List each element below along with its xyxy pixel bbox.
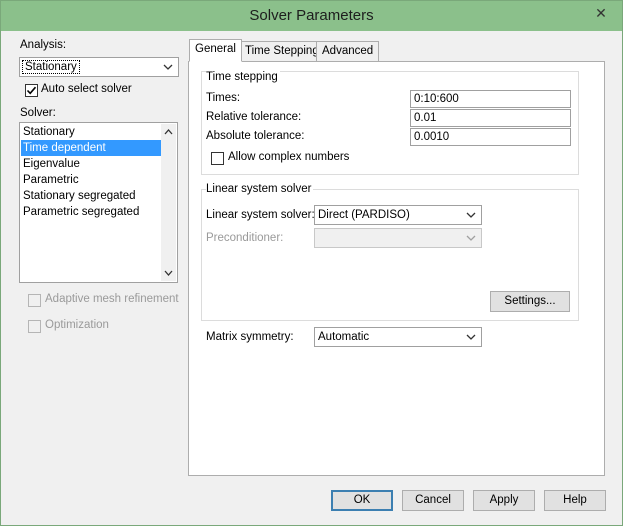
adaptive-mesh-checkbox[interactable]: [28, 294, 41, 307]
times-input[interactable]: 0:10:600: [410, 90, 571, 108]
list-item[interactable]: Parametric segregated: [21, 204, 161, 220]
linear-solver-value: Direct (PARDISO): [318, 209, 410, 221]
apply-button[interactable]: Apply: [473, 490, 535, 511]
absolute-tolerance-label: Absolute tolerance:: [206, 130, 305, 142]
relative-tolerance-input[interactable]: 0.01: [410, 109, 571, 127]
listbox-scrollbar[interactable]: [161, 124, 176, 281]
cancel-button[interactable]: Cancel: [402, 490, 464, 511]
solver-listbox[interactable]: Stationary Time dependent Eigenvalue Par…: [19, 122, 178, 283]
time-stepping-title: Time stepping: [206, 71, 280, 83]
help-button[interactable]: Help: [544, 490, 606, 511]
chevron-down-icon: [466, 235, 476, 241]
auto-select-label: Auto select solver: [41, 83, 132, 95]
scroll-down-arrow-icon[interactable]: [163, 269, 174, 277]
title-bar[interactable]: Solver Parameters ✕: [1, 1, 622, 31]
preconditioner-dropdown[interactable]: [314, 228, 482, 248]
adaptive-mesh-label: Adaptive mesh refinement: [45, 293, 179, 305]
linear-solver-dropdown[interactable]: Direct (PARDISO): [314, 205, 482, 225]
chevron-down-icon: [163, 64, 173, 70]
scroll-up-arrow-icon[interactable]: [163, 128, 174, 136]
tab-advanced[interactable]: Advanced: [316, 41, 380, 62]
analysis-label: Analysis:: [20, 39, 67, 51]
solver-label: Solver:: [20, 107, 56, 119]
chevron-down-icon: [466, 212, 476, 218]
check-icon: [26, 86, 37, 95]
settings-button[interactable]: Settings...: [490, 291, 570, 312]
linear-solver-title: Linear system solver: [206, 183, 314, 195]
optimization-label: Optimization: [45, 319, 109, 331]
analysis-value: Stationary: [22, 60, 80, 74]
matrix-symmetry-value: Automatic: [318, 331, 370, 343]
solver-parameters-dialog: Solver Parameters ✕ Analysis: Stationary…: [0, 0, 623, 526]
close-icon: ✕: [595, 5, 607, 21]
linear-solver-label: Linear system solver:: [206, 209, 315, 221]
times-label: Times:: [206, 92, 241, 104]
list-item[interactable]: Parametric: [21, 172, 161, 188]
list-item[interactable]: Stationary: [21, 124, 161, 140]
optimization-checkbox[interactable]: [28, 320, 41, 333]
list-item[interactable]: Eigenvalue: [21, 156, 161, 172]
chevron-down-icon: [466, 334, 476, 340]
window-title: Solver Parameters: [249, 7, 374, 24]
close-button[interactable]: ✕: [586, 3, 616, 24]
preconditioner-label: Preconditioner:: [206, 232, 284, 244]
list-item[interactable]: Stationary segregated: [21, 188, 161, 204]
relative-tolerance-label: Relative tolerance:: [206, 111, 302, 123]
list-item[interactable]: Time dependent: [21, 140, 161, 156]
allow-complex-label: Allow complex numbers: [228, 151, 350, 163]
absolute-tolerance-input[interactable]: 0.0010: [410, 128, 571, 146]
analysis-dropdown[interactable]: Stationary: [19, 57, 179, 77]
tab-general[interactable]: General: [189, 39, 242, 62]
allow-complex-checkbox[interactable]: [211, 152, 224, 165]
tab-time-stepping[interactable]: Time Stepping: [239, 41, 325, 62]
matrix-symmetry-label: Matrix symmetry:: [206, 331, 294, 343]
ok-button[interactable]: OK: [331, 490, 393, 511]
auto-select-checkbox[interactable]: [25, 84, 38, 97]
matrix-symmetry-dropdown[interactable]: Automatic: [314, 327, 482, 347]
